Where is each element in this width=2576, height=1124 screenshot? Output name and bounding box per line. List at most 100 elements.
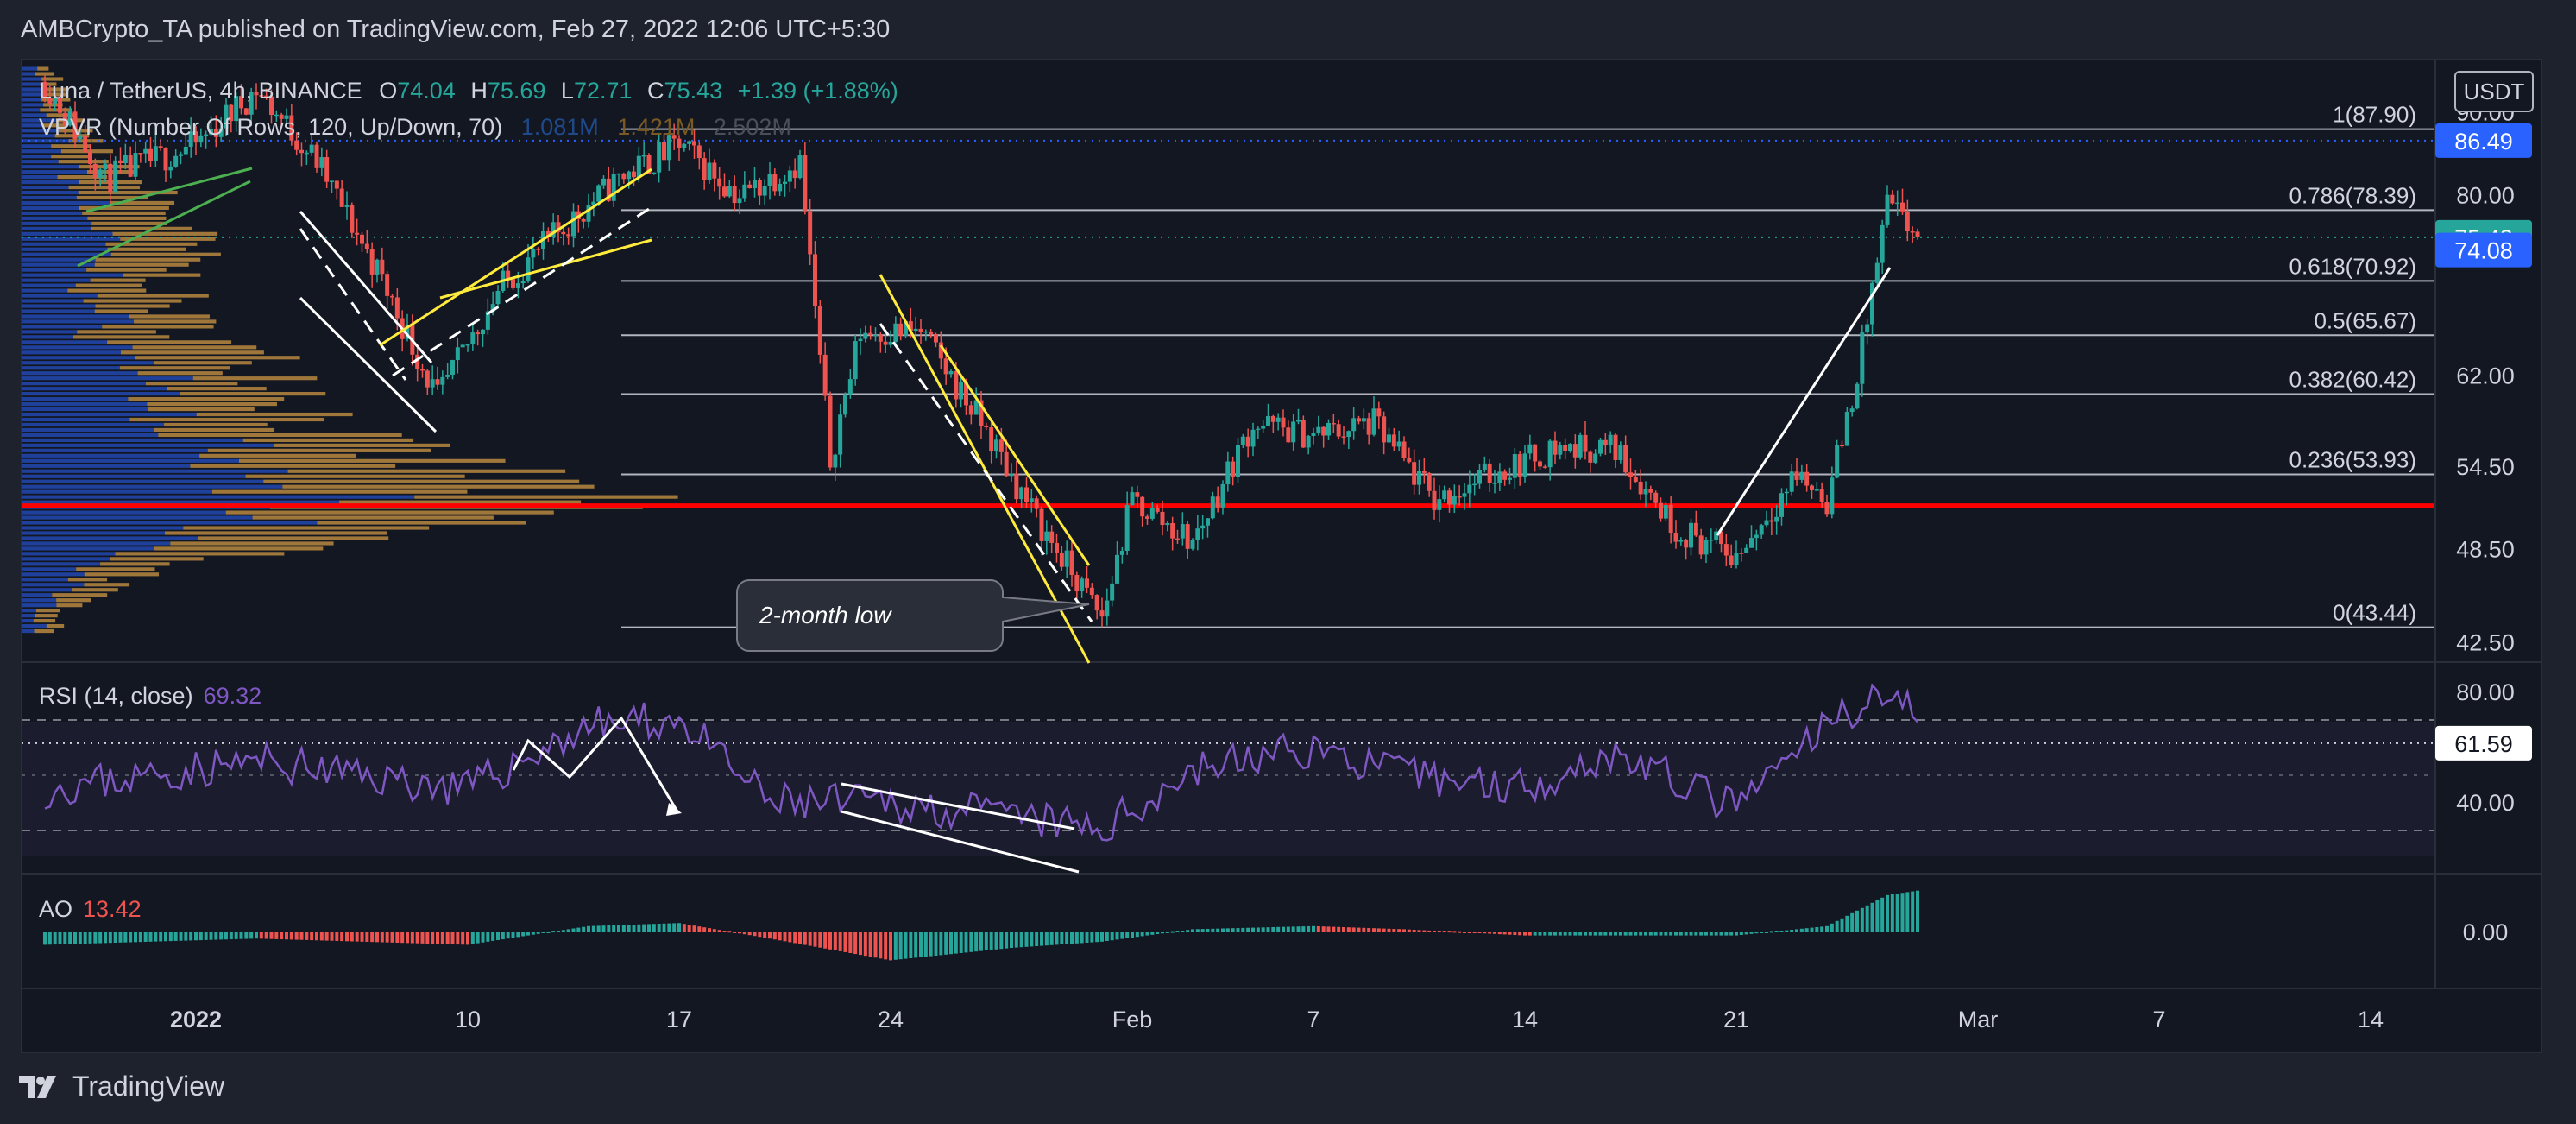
vp-bar-up: [22, 160, 59, 164]
vp-bar-down: [35, 614, 58, 618]
ao-bar: [1704, 932, 1708, 936]
candle-body: [1059, 552, 1064, 567]
ao-bar: [557, 931, 560, 932]
vp-bar-down: [84, 572, 160, 577]
ao-bar: [1337, 926, 1341, 932]
ao-bar: [893, 932, 898, 960]
ao-bar: [1573, 932, 1578, 936]
ao-bar: [1714, 932, 1718, 936]
ao-bar: [1200, 929, 1205, 932]
ao-bar: [1669, 932, 1673, 936]
ao-bar: [733, 932, 737, 933]
ao-bar: [1584, 932, 1587, 936]
ao-bar: [375, 932, 379, 943]
ao-bar: [1387, 928, 1391, 932]
candle-body: [1512, 454, 1517, 478]
tradingview-logo[interactable]: TradingView: [19, 1070, 224, 1102]
ao-bar: [753, 932, 757, 937]
candle-body: [1578, 434, 1583, 458]
chart-canvas[interactable]: 1(87.90) 0.786(78.39) 0.618(70.92) 0.5(65.6…: [0, 0, 2576, 1124]
vp-bar-up: [22, 371, 138, 376]
vp-bar-down: [94, 262, 189, 267]
ao-bar: [531, 932, 535, 935]
ao-bar: [969, 932, 973, 952]
ao-bar: [607, 925, 611, 932]
candle-body: [1069, 550, 1074, 575]
ao-bar: [168, 932, 173, 942]
ao-bar: [984, 932, 988, 950]
ao-bar: [617, 925, 620, 932]
ao-bar: [1553, 932, 1557, 936]
ao-bar: [1890, 894, 1894, 932]
ao-bar: [470, 932, 475, 944]
candle-body: [450, 360, 455, 375]
vp-bar-up: [22, 541, 171, 546]
candle-body: [712, 162, 717, 179]
candle-body: [929, 331, 934, 335]
candle-body: [339, 188, 344, 207]
ao-bar: [1634, 932, 1638, 936]
vp-bar-down: [225, 510, 554, 515]
currency-badge[interactable]: USDT: [2454, 71, 2534, 112]
ao-bar: [1644, 932, 1647, 936]
vp-bar-up: [22, 257, 96, 262]
vp-bar-up: [22, 422, 165, 427]
ao-bar: [591, 925, 595, 932]
ao-bar: [1024, 932, 1029, 947]
ao-bar: [1080, 932, 1084, 944]
ao-bar: [47, 932, 52, 945]
candle-body: [1391, 434, 1396, 447]
ao-bar: [964, 932, 968, 953]
vp-bar-up: [22, 453, 200, 458]
vp-bar-up: [22, 588, 72, 592]
ao-bar: [1312, 925, 1315, 932]
ao-bar: [224, 932, 228, 940]
candle-body: [1568, 444, 1572, 451]
ao-bar: [289, 932, 293, 940]
candle-body: [1080, 578, 1085, 592]
ao-bar: [1563, 932, 1567, 936]
candle-body: [1900, 202, 1905, 212]
ao-bar: [1019, 932, 1023, 948]
candle-body: [994, 439, 998, 452]
ao-legend: AO 13.42: [39, 896, 142, 922]
ao-bar: [1488, 932, 1492, 934]
vp-bar-up: [22, 536, 198, 540]
vp-bar-up: [22, 552, 116, 556]
fib-label: 0.618(70.92): [2289, 253, 2416, 279]
candle-body: [1155, 508, 1160, 512]
candle-body: [727, 186, 732, 197]
vp-bar-down: [40, 108, 72, 112]
candle-body: [1286, 427, 1291, 443]
vp-bar-up: [22, 578, 68, 582]
candle-body: [1039, 508, 1044, 541]
vp-bar-up: [22, 557, 110, 561]
vp-bar-down: [135, 356, 300, 360]
ao-bar: [1463, 932, 1466, 933]
candle-body: [913, 328, 918, 332]
candle-body: [1014, 473, 1019, 500]
ao-bar: [350, 932, 354, 942]
ao-bar: [1225, 928, 1230, 932]
ao-bar: [1765, 932, 1768, 933]
candle-body: [1331, 423, 1336, 425]
candle-body: [168, 166, 173, 171]
ao-bar: [979, 932, 983, 951]
ao-bar: [1276, 926, 1281, 932]
candle-body: [566, 234, 571, 237]
ao-bar: [929, 932, 933, 957]
ao-bar: [1739, 932, 1743, 935]
candle-body: [1306, 436, 1311, 448]
candle-body: [1004, 451, 1009, 477]
vp-bar-up: [22, 330, 78, 334]
vp-bar-up: [22, 526, 184, 530]
candle-body: [360, 234, 364, 244]
vp-bar-down: [102, 325, 214, 329]
fib-label: 0.5(65.67): [2314, 307, 2416, 333]
candle-body: [968, 405, 973, 415]
ao-bar: [1880, 897, 1885, 932]
candle-body: [581, 218, 586, 222]
vp-bar-up: [22, 479, 264, 483]
ao-bar: [1694, 932, 1698, 936]
ao-bar: [83, 932, 87, 944]
